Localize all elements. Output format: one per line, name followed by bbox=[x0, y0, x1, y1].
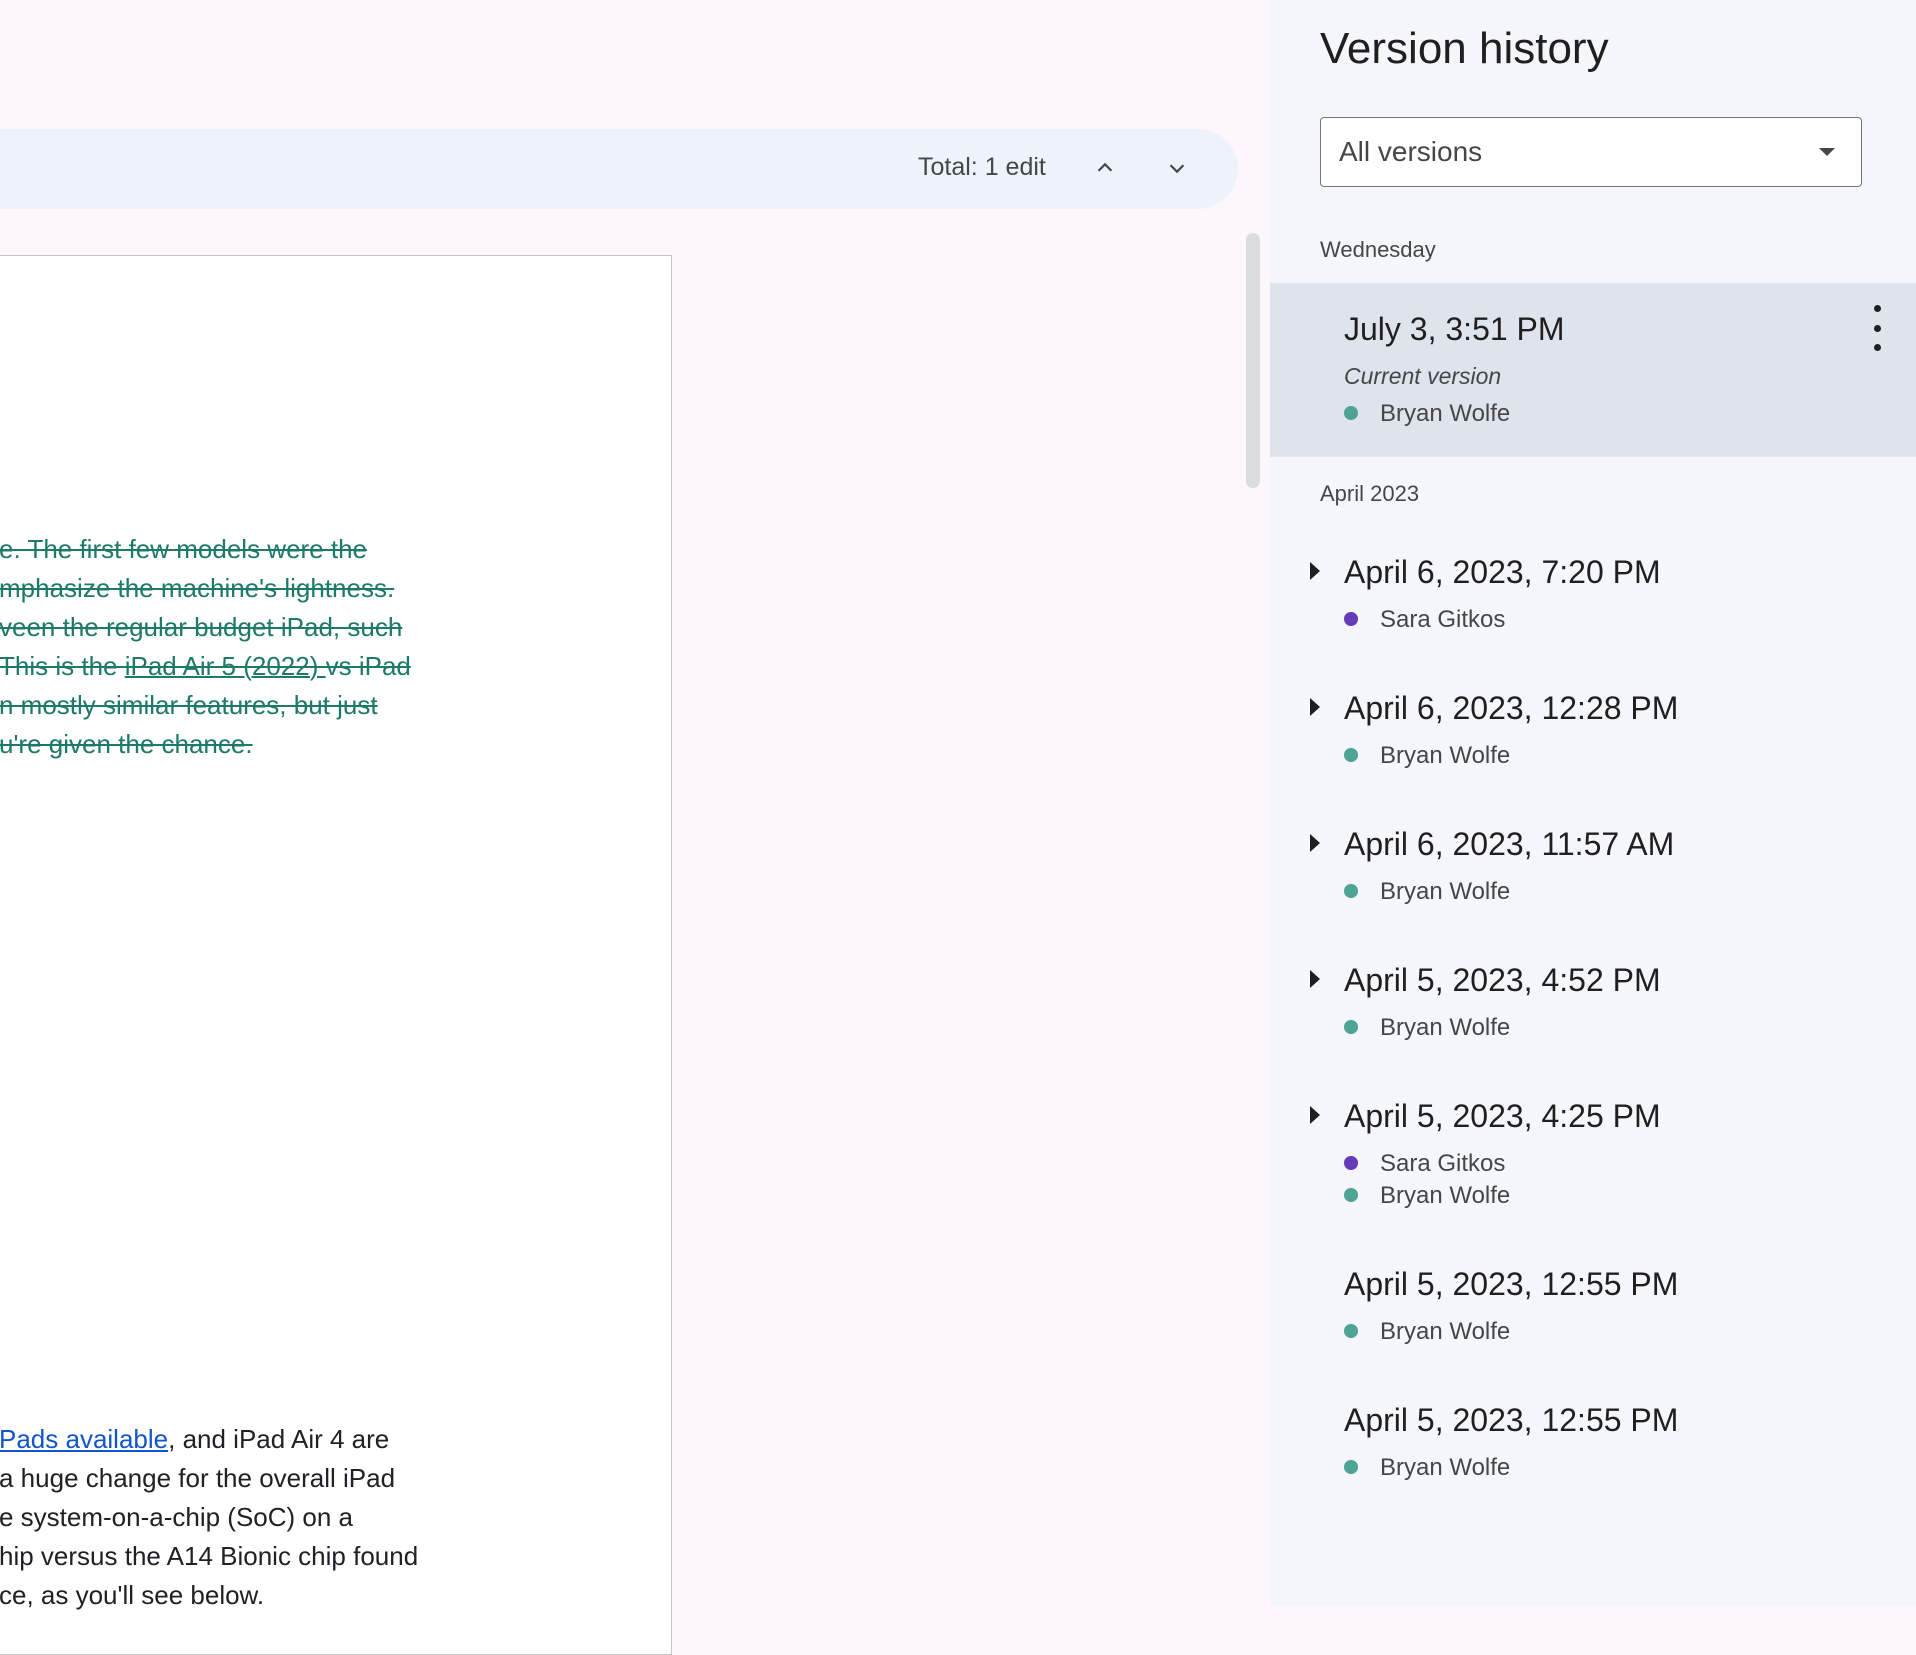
version-title: April 6, 2023, 11:57 AM bbox=[1344, 826, 1675, 862]
deleted-line: u're given the chance. bbox=[0, 729, 253, 759]
body-line: Pads available, and iPad Air 4 are bbox=[0, 1420, 418, 1459]
author-name: Sara Gitkos bbox=[1380, 1150, 1506, 1177]
author-name: Sara Gitkos bbox=[1380, 606, 1506, 633]
version-title: April 5, 2023, 12:55 PM bbox=[1344, 1266, 1679, 1302]
caret-down-icon bbox=[1819, 148, 1835, 156]
author-color-dot bbox=[1344, 1019, 1358, 1034]
version-author: Bryan Wolfe bbox=[1344, 742, 1510, 770]
version-item[interactable]: April 6, 2023, 7:20 PM Sara Gitkos bbox=[1270, 540, 1916, 660]
dropdown-value: All versions bbox=[1339, 136, 1483, 167]
body-line: e system-on-a-chip (SoC) on a bbox=[0, 1502, 354, 1532]
body-line: a huge change for the overall iPad bbox=[0, 1463, 396, 1493]
version-author: Bryan Wolfe bbox=[1344, 1014, 1510, 1042]
version-item[interactable]: April 5, 2023, 12:55 PM Bryan Wolfe bbox=[1270, 1388, 1916, 1508]
author-name: Bryan Wolfe bbox=[1380, 1318, 1511, 1345]
version-title: April 6, 2023, 7:20 PM bbox=[1344, 554, 1661, 590]
deleted-line: mphasize the machine's lightness. bbox=[0, 573, 395, 603]
edit-navigation-bar: Total: 1 edit bbox=[0, 129, 1238, 209]
expand-arrow-icon[interactable] bbox=[1310, 562, 1320, 580]
deleted-line: veen the regular budget iPad, such bbox=[0, 612, 403, 642]
chevron-down-icon bbox=[1169, 164, 1185, 174]
author-color-dot bbox=[1344, 747, 1358, 762]
version-title: April 5, 2023, 12:55 PM bbox=[1344, 1402, 1679, 1438]
author-color-dot bbox=[1344, 405, 1358, 420]
document-page[interactable]: e. The first few models were the mphasiz… bbox=[0, 255, 672, 1655]
author-color-dot bbox=[1344, 611, 1358, 626]
body-line: ce, as you'll see below. bbox=[0, 1580, 265, 1610]
expand-arrow-icon[interactable] bbox=[1310, 698, 1320, 716]
version-author: Bryan Wolfe bbox=[1344, 400, 1510, 428]
next-edit-button[interactable] bbox=[1152, 143, 1202, 193]
group-label-april-2023: April 2023 bbox=[1320, 481, 1420, 506]
body-text: , and iPad Air 4 are bbox=[168, 1424, 390, 1454]
body-line: hip versus the A14 Bionic chip found bbox=[0, 1541, 419, 1571]
version-author: Bryan Wolfe bbox=[1344, 1318, 1510, 1346]
author-color-dot bbox=[1344, 1187, 1358, 1202]
current-version-item[interactable]: July 3, 3:51 PM Current version Bryan Wo… bbox=[1270, 283, 1916, 457]
expand-arrow-icon[interactable] bbox=[1310, 1106, 1320, 1124]
author-name: Bryan Wolfe bbox=[1380, 1182, 1511, 1209]
version-item[interactable]: April 6, 2023, 12:28 PM Bryan Wolfe bbox=[1270, 676, 1916, 796]
deleted-line: This is the iPad Air 5 (2022) vs iPad bbox=[0, 647, 499, 686]
author-name: Bryan Wolfe bbox=[1380, 1014, 1511, 1041]
version-author: Bryan Wolfe bbox=[1344, 1454, 1510, 1482]
deleted-line: e. The first few models were the bbox=[0, 534, 368, 564]
version-title: July 3, 3:51 PM bbox=[1344, 311, 1565, 347]
author-name: Bryan Wolfe bbox=[1380, 742, 1511, 769]
version-author: Bryan Wolfe bbox=[1344, 878, 1510, 906]
version-title: April 5, 2023, 4:52 PM bbox=[1344, 962, 1661, 998]
author-name: Bryan Wolfe bbox=[1380, 878, 1511, 905]
deleted-line: n mostly similar features, but just bbox=[0, 690, 378, 720]
deleted-paragraph: e. The first few models were the mphasiz… bbox=[0, 530, 499, 764]
version-history-panel: Version history All versions Wednesday J… bbox=[1270, 0, 1916, 1606]
expand-arrow-icon[interactable] bbox=[1310, 970, 1320, 988]
author-color-dot bbox=[1344, 883, 1358, 898]
body-link[interactable]: Pads available bbox=[0, 1424, 168, 1454]
version-title: April 6, 2023, 12:28 PM bbox=[1344, 690, 1679, 726]
author-name: Bryan Wolfe bbox=[1380, 1454, 1511, 1481]
author-name: Bryan Wolfe bbox=[1380, 400, 1511, 427]
document-area: Total: 1 edit e. The first few models we… bbox=[0, 0, 1270, 1655]
version-item[interactable]: April 5, 2023, 4:52 PM Bryan Wolfe bbox=[1270, 948, 1916, 1068]
total-edits-label: Total: 1 edit bbox=[918, 153, 1046, 181]
version-item[interactable]: April 5, 2023, 4:25 PM Sara Gitkos Bryan… bbox=[1270, 1084, 1916, 1234]
previous-edit-button[interactable] bbox=[1080, 143, 1130, 193]
version-subtitle: Current version bbox=[1344, 363, 1502, 389]
deleted-text: This is the bbox=[0, 651, 125, 681]
expand-arrow-icon[interactable] bbox=[1310, 834, 1320, 852]
version-filter-dropdown[interactable]: All versions bbox=[1320, 117, 1862, 187]
group-label-wednesday: Wednesday bbox=[1320, 237, 1436, 262]
author-color-dot bbox=[1344, 1323, 1358, 1338]
version-item[interactable]: April 6, 2023, 11:57 AM Bryan Wolfe bbox=[1270, 812, 1916, 932]
author-color-dot bbox=[1344, 1459, 1358, 1474]
deleted-link[interactable]: iPad Air 5 (2022) bbox=[125, 651, 326, 681]
body-paragraph: Pads available, and iPad Air 4 are a hug… bbox=[0, 1420, 418, 1615]
version-title: April 5, 2023, 4:25 PM bbox=[1344, 1098, 1661, 1134]
author-color-dot bbox=[1344, 1155, 1358, 1170]
more-options-icon[interactable] bbox=[1862, 305, 1892, 351]
version-author: Sara Gitkos bbox=[1344, 1150, 1505, 1178]
version-author: Sara Gitkos bbox=[1344, 606, 1505, 634]
version-item[interactable]: April 5, 2023, 12:55 PM Bryan Wolfe bbox=[1270, 1252, 1916, 1372]
deleted-text: vs iPad bbox=[325, 651, 411, 681]
version-author: Bryan Wolfe bbox=[1344, 1182, 1510, 1210]
chevron-up-icon bbox=[1097, 162, 1113, 172]
panel-title: Version history bbox=[1320, 24, 1609, 73]
document-scrollbar[interactable] bbox=[1246, 233, 1260, 488]
